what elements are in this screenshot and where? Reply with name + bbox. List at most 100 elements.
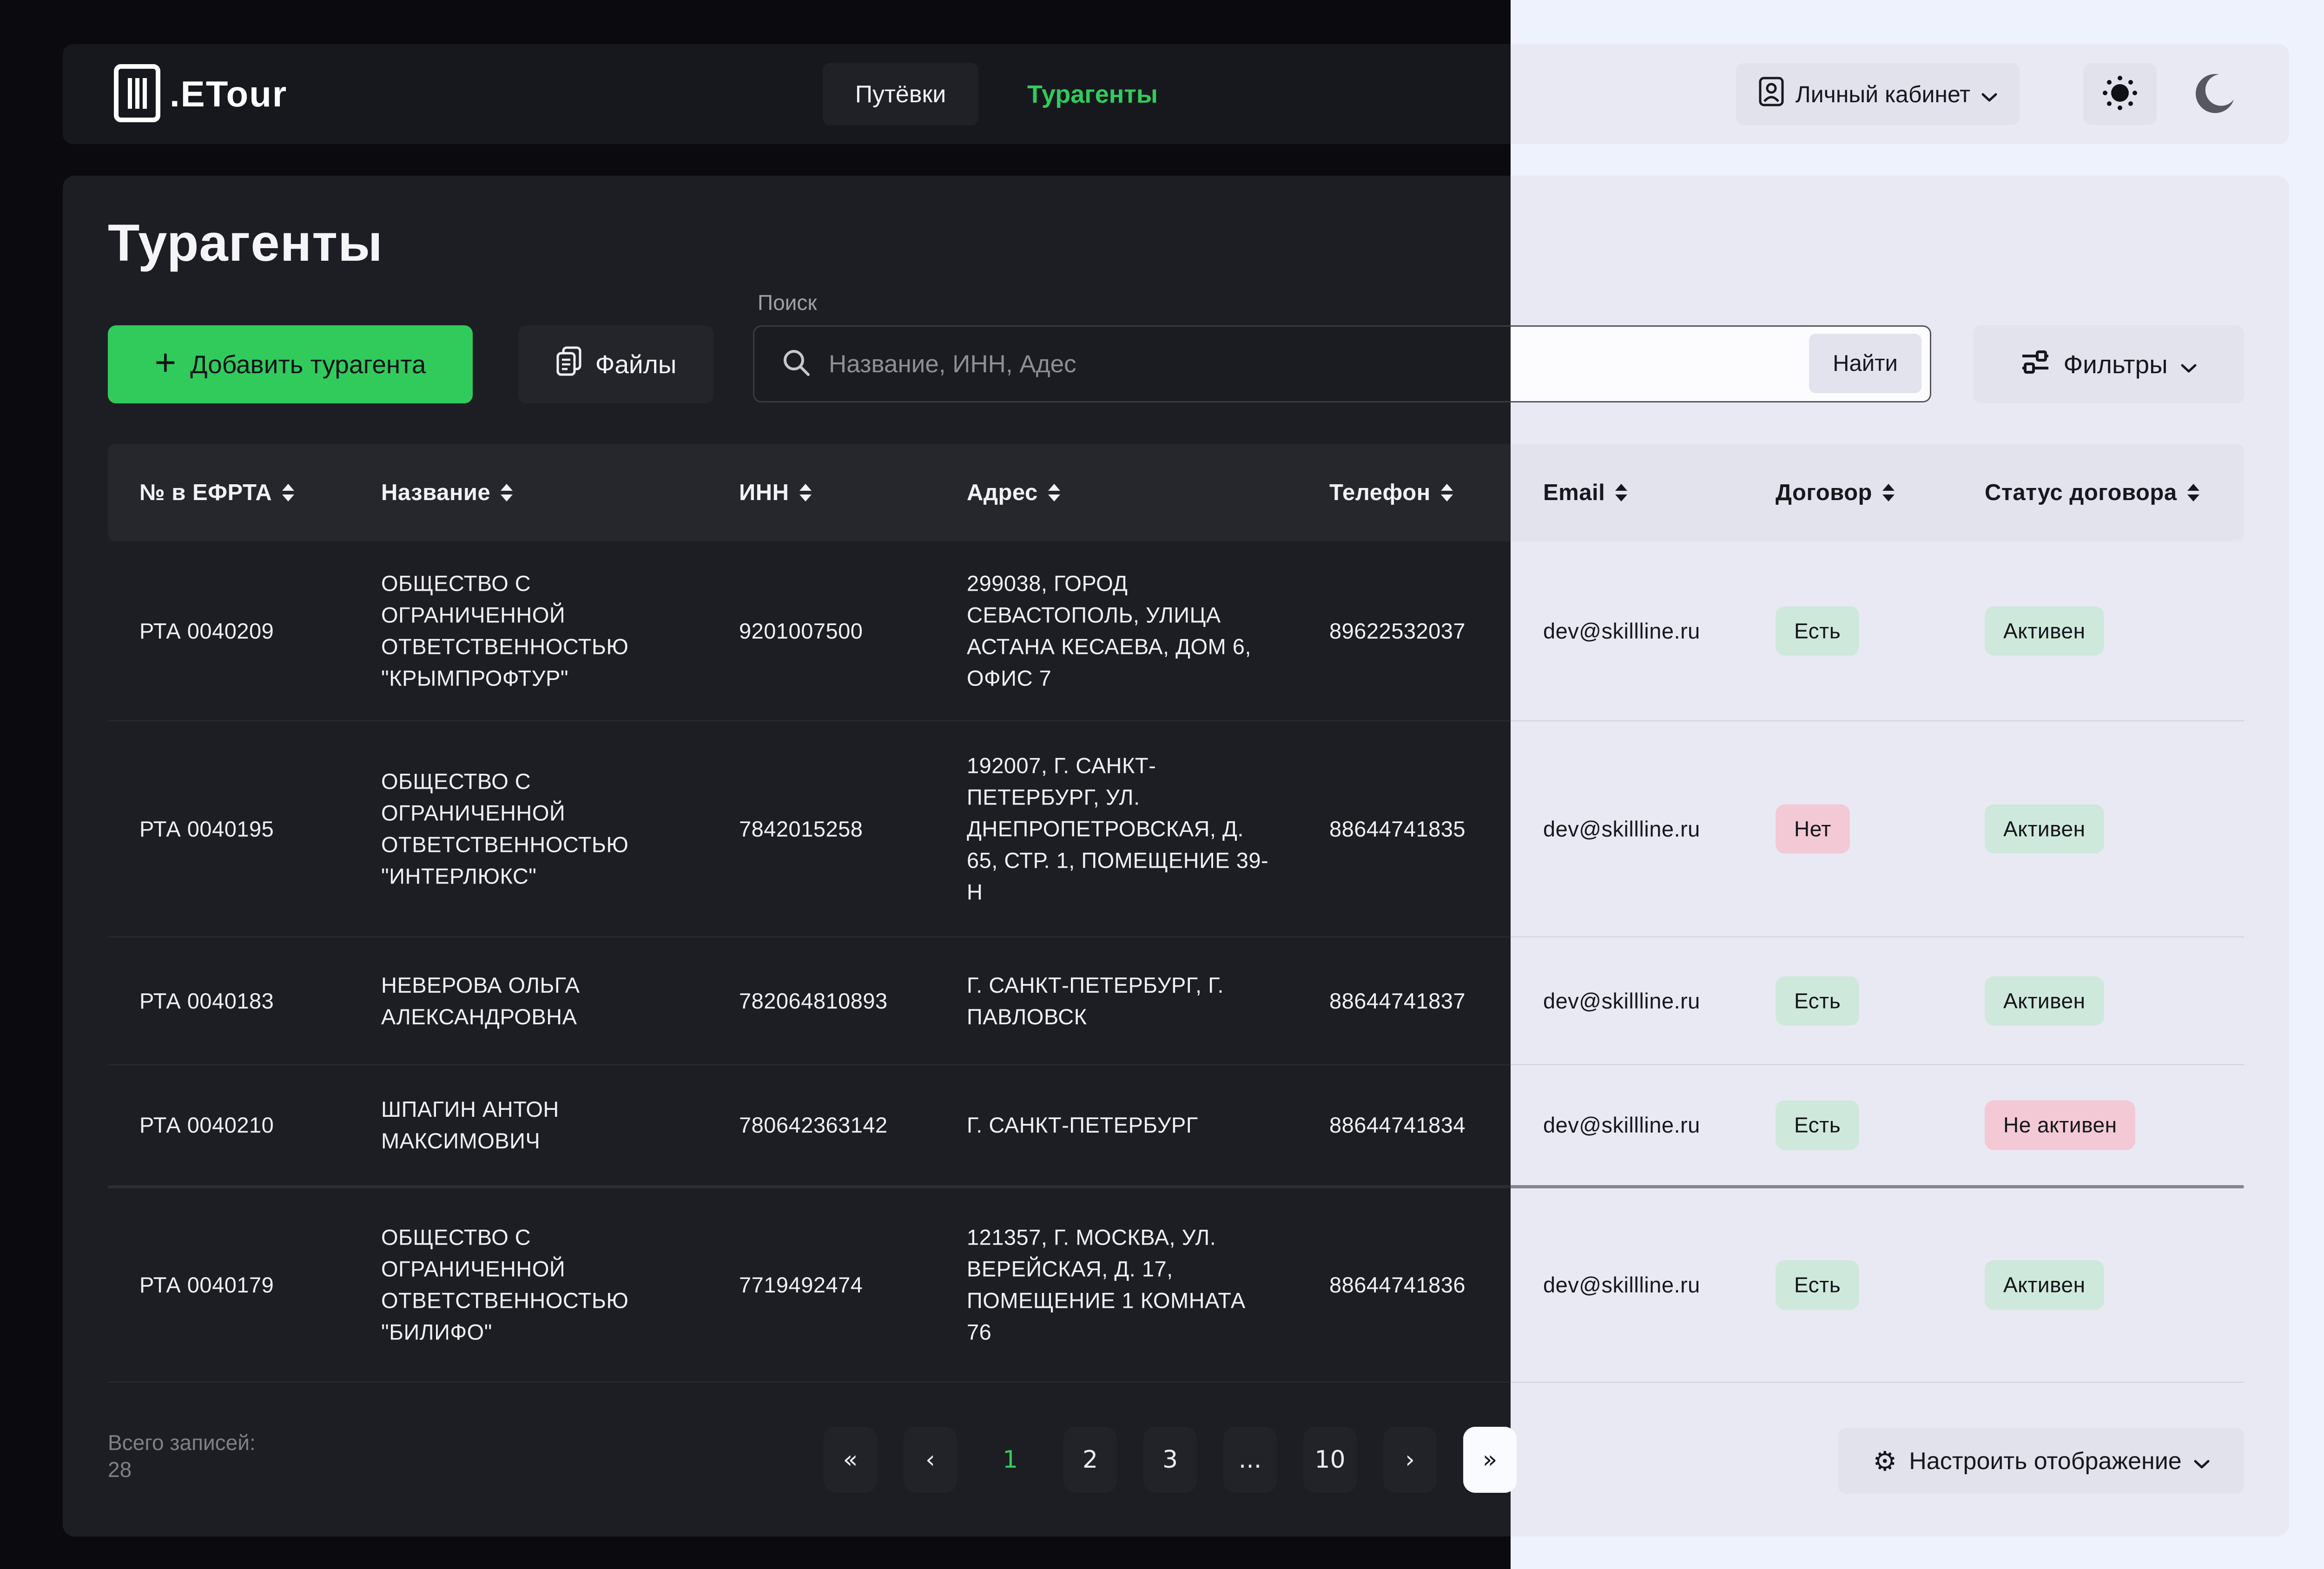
cell-address: 299038, ГОРОД СЕВАСТОПОЛЬ, УЛИЦА АСТАНА … bbox=[967, 567, 1274, 694]
status-badge: Активен bbox=[1985, 1260, 2104, 1310]
chevron-down-icon bbox=[1981, 81, 1997, 108]
search-label: Поиск bbox=[758, 290, 817, 315]
sort-arrows-icon bbox=[1441, 484, 1453, 501]
sort-arrows-icon bbox=[1048, 484, 1060, 501]
theme-dark-button[interactable] bbox=[2178, 63, 2251, 125]
cell-efrta: РТА 0040179 bbox=[139, 1269, 339, 1301]
cell-address: Г. САНКТ-ПЕТЕРБУРГ bbox=[967, 1109, 1274, 1141]
tab-putevki[interactable]: Путёвки bbox=[823, 63, 978, 125]
page-button-3[interactable]: 3 bbox=[1143, 1427, 1197, 1493]
sort-arrows-icon bbox=[2187, 484, 2199, 501]
records-total: Всего записей: 28 bbox=[108, 1430, 256, 1483]
display-settings-button[interactable]: ⚙ Настроить отображение bbox=[1838, 1428, 2244, 1494]
status-badge: Не активен bbox=[1985, 1101, 2135, 1150]
records-total-label: Всего записей: bbox=[108, 1430, 256, 1457]
cell-contract: Есть bbox=[1776, 1101, 1952, 1150]
column-header-address[interactable]: Адрес bbox=[967, 480, 1060, 506]
app-root: { "brand": { "name": ".ETour" }, "nav": … bbox=[0, 0, 2324, 1569]
last-page-button[interactable]: » bbox=[1463, 1427, 1517, 1493]
cell-status: Не активен bbox=[1985, 1101, 2236, 1150]
first-page-button[interactable]: « bbox=[824, 1427, 877, 1493]
contract-badge: Есть bbox=[1776, 1260, 1859, 1310]
cell-phone: 89622532037 bbox=[1329, 615, 1497, 646]
contract-badge: Есть bbox=[1776, 1101, 1859, 1150]
cell-status: Активен bbox=[1985, 804, 2236, 854]
sort-arrows-icon bbox=[282, 484, 294, 501]
add-agent-button[interactable]: + Добавить турагента bbox=[108, 325, 473, 403]
table-body: РТА 0040209 ОБЩЕСТВО С ОГРАНИЧЕННОЙ ОТВЕ… bbox=[108, 541, 2244, 1383]
page-title: Турагенты bbox=[108, 213, 383, 273]
horizontal-scrollbar[interactable] bbox=[108, 1185, 2244, 1188]
table-row[interactable]: РТА 0040195 ОБЩЕСТВО С ОГРАНИЧЕННОЙ ОТВЕ… bbox=[108, 721, 2244, 936]
table-row[interactable]: РТА 0040183 НЕВЕРОВА ОЛЬГА АЛЕКСАНДРОВНА… bbox=[108, 937, 2244, 1064]
column-header-email[interactable]: Email bbox=[1543, 480, 1627, 506]
contract-badge: Есть bbox=[1776, 976, 1859, 1026]
cell-phone: 88644741834 bbox=[1329, 1109, 1497, 1141]
brand-logo[interactable]: .ETour bbox=[114, 44, 287, 144]
cell-name: ОБЩЕСТВО С ОГРАНИЧЕННОЙ ОТВЕТСТВЕННОСТЬЮ… bbox=[381, 567, 706, 694]
table-row[interactable]: РТА 0040179 ОБЩЕСТВО С ОГРАНИЧЕННОЙ ОТВЕ… bbox=[108, 1188, 2244, 1382]
column-header-inn[interactable]: ИНН bbox=[739, 480, 812, 506]
sliders-icon bbox=[2020, 347, 2050, 382]
cell-efrta: РТА 0040210 bbox=[139, 1109, 339, 1141]
cell-contract: Есть bbox=[1776, 1260, 1952, 1310]
column-header-phone[interactable]: Телефон bbox=[1329, 480, 1453, 506]
cell-inn: 780642363142 bbox=[739, 1109, 934, 1141]
records-total-value: 28 bbox=[108, 1457, 256, 1483]
add-agent-label: Добавить турагента bbox=[190, 349, 426, 379]
cell-name: ШПАГИН АНТОН МАКСИМОВИЧ bbox=[381, 1094, 706, 1157]
column-header-efrta[interactable]: № в ЕФРТА bbox=[139, 480, 294, 506]
plus-icon: + bbox=[155, 344, 177, 381]
theme-light-button[interactable] bbox=[2083, 63, 2157, 125]
status-badge: Активен bbox=[1985, 606, 2104, 656]
files-icon bbox=[555, 346, 582, 383]
cell-inn: 782064810893 bbox=[739, 985, 934, 1016]
cell-inn: 7842015258 bbox=[739, 813, 934, 844]
sort-arrows-icon bbox=[1882, 484, 1895, 501]
chevron-down-icon bbox=[2181, 349, 2197, 379]
sort-arrows-icon bbox=[501, 484, 513, 501]
cell-inn: 9201007500 bbox=[739, 615, 934, 646]
find-button[interactable]: Найти bbox=[1809, 334, 1921, 393]
prev-page-button[interactable]: ‹ bbox=[904, 1427, 957, 1493]
row-divider bbox=[108, 1382, 2244, 1383]
tab-turagenty[interactable]: Турагенты bbox=[1027, 44, 1158, 144]
table-row[interactable]: РТА 0040209 ОБЩЕСТВО С ОГРАНИЧЕННОЙ ОТВЕ… bbox=[108, 541, 2244, 720]
moon-icon bbox=[2192, 71, 2237, 118]
search-icon bbox=[754, 348, 812, 381]
page-button-1[interactable]: 1 bbox=[984, 1427, 1037, 1493]
cell-phone: 88644741835 bbox=[1329, 813, 1497, 844]
cell-contract: Есть bbox=[1776, 606, 1952, 656]
sun-icon bbox=[2100, 73, 2140, 116]
sort-arrows-icon bbox=[1615, 484, 1627, 501]
cell-efrta: РТА 0040195 bbox=[139, 813, 339, 844]
next-page-button[interactable]: › bbox=[1383, 1427, 1437, 1493]
gear-icon: ⚙ bbox=[1873, 1448, 1897, 1475]
cell-efrta: РТА 0040183 bbox=[139, 985, 339, 1016]
cell-address: 121357, Г. МОСКВА, УЛ. ВЕРЕЙСКАЯ, Д. 17,… bbox=[967, 1222, 1274, 1349]
files-button[interactable]: Файлы bbox=[518, 325, 713, 403]
cell-address: 192007, Г. САНКТ-ПЕТЕРБУРГ, УЛ. ДНЕПРОПЕ… bbox=[967, 750, 1274, 908]
account-menu-button[interactable]: Личный кабинет bbox=[1736, 63, 2020, 125]
cell-name: НЕВЕРОВА ОЛЬГА АЛЕКСАНДРОВНА bbox=[381, 969, 706, 1032]
search-input[interactable] bbox=[829, 350, 1689, 378]
page-button-10[interactable]: 10 bbox=[1303, 1427, 1357, 1493]
column-header-name[interactable]: Название bbox=[381, 480, 513, 506]
cell-email: dev@skillline.ru bbox=[1543, 813, 1762, 844]
column-header-contract[interactable]: Договор bbox=[1776, 480, 1895, 506]
page-button-2[interactable]: 2 bbox=[1063, 1427, 1117, 1493]
pagination-pages: « ‹ 1 2 3 ... 10 › » bbox=[824, 1427, 1517, 1493]
find-label: Найти bbox=[1833, 350, 1898, 376]
cell-contract: Есть bbox=[1776, 976, 1952, 1026]
account-menu-label: Личный кабинет bbox=[1796, 81, 1970, 108]
cell-status: Активен bbox=[1985, 976, 2236, 1026]
brand-name: .ETour bbox=[170, 73, 287, 115]
page-ellipsis[interactable]: ... bbox=[1223, 1427, 1277, 1493]
sort-arrows-icon bbox=[799, 484, 812, 501]
column-header-contract-status[interactable]: Статус договора bbox=[1985, 480, 2199, 506]
filters-button[interactable]: Фильтры bbox=[1973, 325, 2244, 403]
display-settings-label: Настроить отображение bbox=[1909, 1447, 2181, 1475]
table-row[interactable]: РТА 0040210 ШПАГИН АНТОН МАКСИМОВИЧ 7806… bbox=[108, 1065, 2244, 1185]
filters-label: Фильтры bbox=[2063, 349, 2167, 379]
cell-email: dev@skillline.ru bbox=[1543, 1109, 1762, 1141]
